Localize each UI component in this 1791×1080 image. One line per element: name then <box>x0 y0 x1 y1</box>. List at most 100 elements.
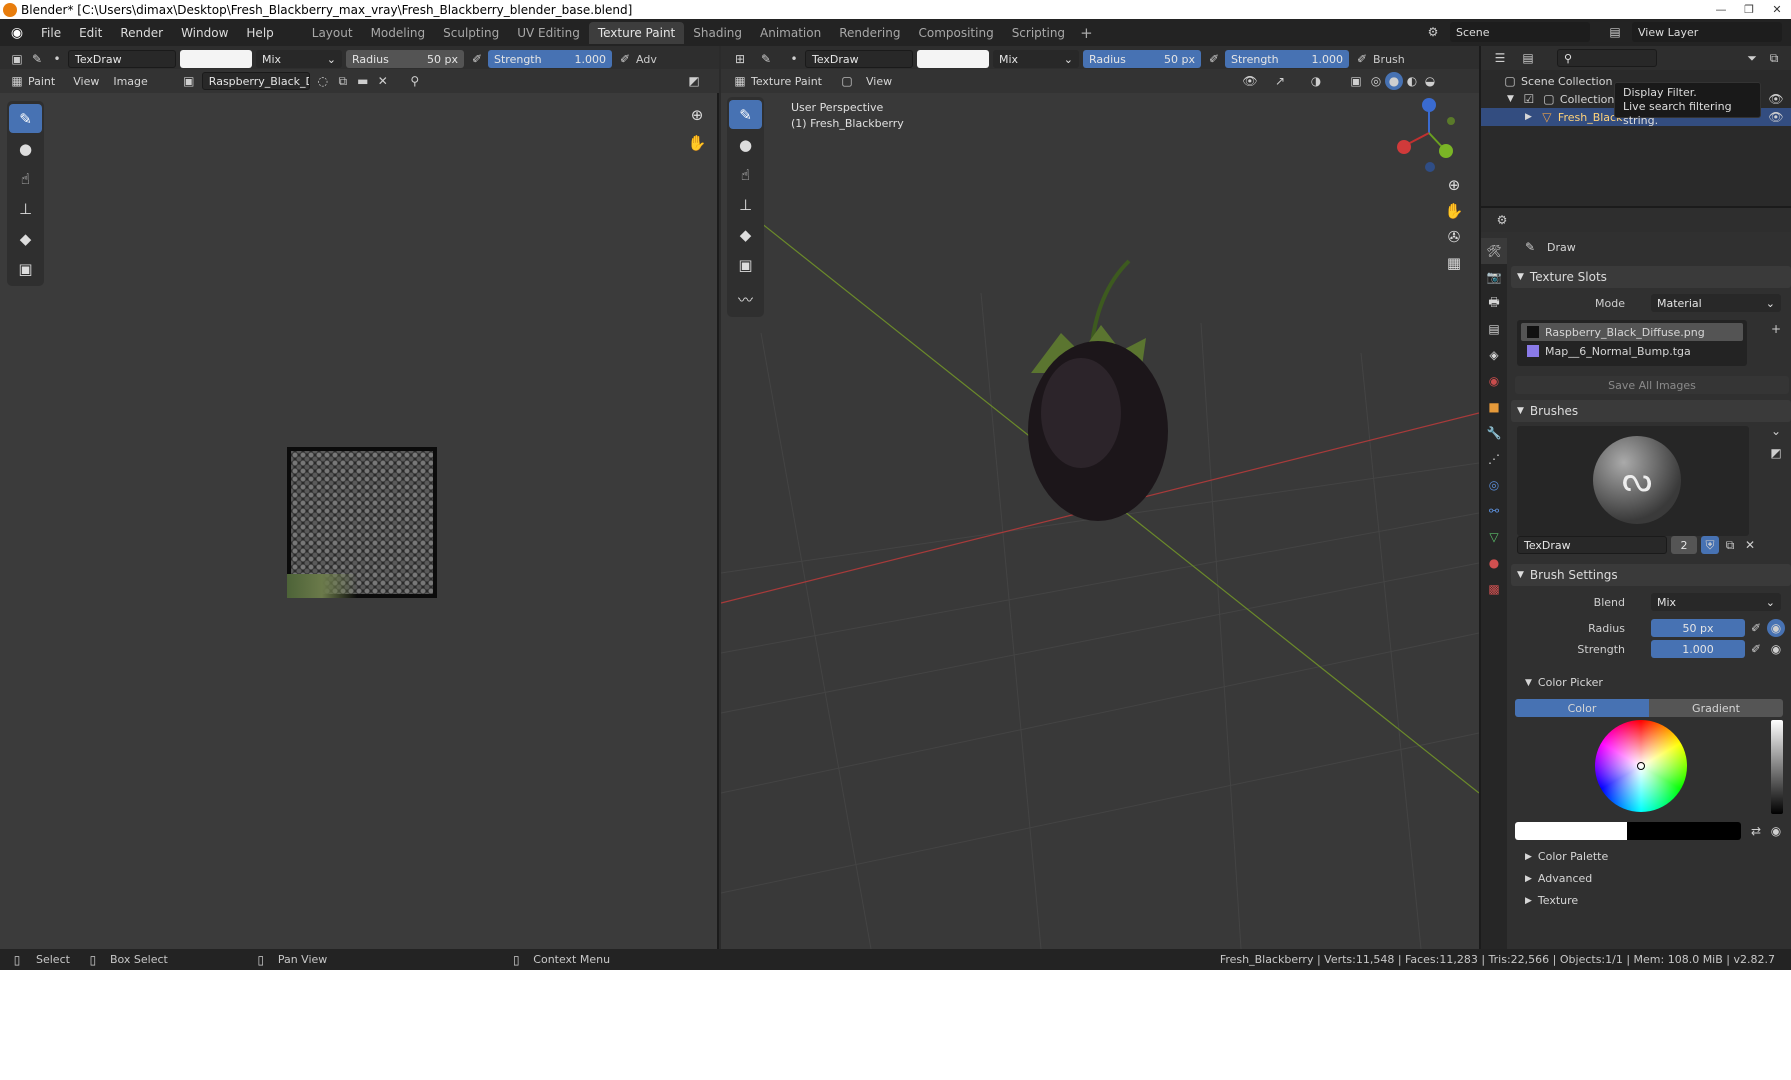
visibility-icon[interactable]: 👁 <box>1241 72 1259 90</box>
view-menu[interactable]: View <box>866 75 892 88</box>
open-folder-icon[interactable]: ▬ <box>354 72 372 90</box>
tab-shading[interactable]: Shading <box>684 22 751 44</box>
pressure-icon[interactable]: ✐ <box>616 50 634 68</box>
tab-sculpting[interactable]: Sculpting <box>434 22 508 44</box>
color-swatch[interactable] <box>917 50 989 68</box>
texture-tab-icon[interactable]: ▩ <box>1481 576 1507 602</box>
strength-field[interactable]: Strength 1.000 <box>488 50 612 68</box>
color-wheel[interactable] <box>1595 720 1687 812</box>
pressure-icon[interactable]: ✐ <box>1205 50 1223 68</box>
unlink-icon[interactable]: ✕ <box>1741 536 1759 554</box>
clone-tool-icon[interactable]: ⊥ <box>9 194 42 223</box>
object-tab-icon[interactable]: ■ <box>1481 394 1507 420</box>
menu-render[interactable]: Render <box>111 26 172 40</box>
brush-preview[interactable]: ᔓ <box>1517 426 1749 536</box>
render-tab-icon[interactable]: 📷 <box>1481 264 1507 290</box>
checkbox-icon[interactable]: ☑ <box>1520 90 1538 108</box>
output-tab-icon[interactable]: 🖶 <box>1481 290 1507 316</box>
grid-view-icon[interactable]: ▦ <box>1442 251 1466 275</box>
blend-select[interactable]: Mix ⌄ <box>1651 593 1781 611</box>
texture-subpanel-header[interactable]: ▶ Texture <box>1525 894 1578 907</box>
tab-color[interactable]: Color <box>1515 699 1649 717</box>
hand-pan-icon[interactable]: ✋ <box>685 131 709 155</box>
unified-color-icon[interactable]: ◉ <box>1767 822 1785 840</box>
mask-tool-icon[interactable]: ▣ <box>729 250 762 279</box>
brushes-panel-header[interactable]: ▼ Brushes <box>1511 400 1791 422</box>
filter-icon[interactable]: ⏷ <box>1743 49 1761 67</box>
brush-browse-icon[interactable]: ◩ <box>1767 444 1785 462</box>
data-tab-icon[interactable]: ▽ <box>1481 524 1507 550</box>
editor-type-icon[interactable]: ⊞ <box>731 50 749 68</box>
duplicate-icon[interactable]: ⧉ <box>1721 536 1739 554</box>
save-all-images-button[interactable]: Save All Images <box>1515 376 1789 394</box>
list-item[interactable]: Raspberry_Black_Diffuse.png <box>1521 323 1743 341</box>
fill-tool-icon[interactable]: ◆ <box>9 224 42 253</box>
rendered-shading-icon[interactable]: ◒ <box>1421 72 1439 90</box>
color-palette-subpanel-header[interactable]: ▶ Color Palette <box>1525 850 1608 863</box>
xray-icon[interactable]: ▣ <box>1347 72 1365 90</box>
image-menu[interactable]: Image <box>113 75 147 88</box>
menu-edit[interactable]: Edit <box>70 26 111 40</box>
strength-field[interactable]: 1.000 <box>1651 640 1745 658</box>
menu-window[interactable]: Window <box>172 26 237 40</box>
expand-arrow-icon[interactable]: ▶ <box>1525 112 1532 122</box>
tab-scripting[interactable]: Scripting <box>1003 22 1074 44</box>
fake-user-icon[interactable]: ◌ <box>314 72 332 90</box>
brush-name-field[interactable]: TexDraw <box>805 50 913 68</box>
tab-compositing[interactable]: Compositing <box>909 22 1002 44</box>
search-input[interactable]: ⚲ <box>1557 49 1657 67</box>
color-swatch[interactable] <box>180 50 252 68</box>
tab-animation[interactable]: Animation <box>751 22 830 44</box>
3d-viewport[interactable]: User Perspective (1) Fresh_Blackberry ✎ … <box>721 93 1479 949</box>
annotate-tool-icon[interactable]: 〰 <box>729 285 762 314</box>
mask-tool-icon[interactable]: ▣ <box>9 254 42 283</box>
tab-rendering[interactable]: Rendering <box>830 22 909 44</box>
strength-field[interactable]: Strength 1.000 <box>1225 50 1349 68</box>
zoom-icon[interactable]: ⊕ <box>1442 173 1466 197</box>
overlay-icon[interactable]: ◑ <box>1307 72 1325 90</box>
image-editor[interactable]: ✎ ● ☝ ⊥ ◆ ▣ ⊕ ✋ <box>0 93 719 949</box>
image-browse-icon[interactable]: ▣ <box>180 72 198 90</box>
fill-tool-icon[interactable]: ◆ <box>729 220 762 249</box>
material-tab-icon[interactable]: ● <box>1481 550 1507 576</box>
tab-uv-editing[interactable]: UV Editing <box>508 22 589 44</box>
pressure-icon[interactable]: ✐ <box>1747 640 1765 658</box>
expand-arrow-icon[interactable]: ▼ <box>1507 94 1514 104</box>
blend-select[interactable]: Mix ⌄ <box>256 50 342 68</box>
menu-help[interactable]: Help <box>237 26 282 40</box>
outliner-row-collection[interactable]: ▼ ☑ ▢ Collection <box>1507 90 1614 108</box>
advanced-subpanel-header[interactable]: ▶ Advanced <box>1525 872 1592 885</box>
outliner-row-scene-collection[interactable]: ▢ Scene Collection <box>1501 72 1612 90</box>
wireframe-shading-icon[interactable]: ◎ <box>1367 72 1385 90</box>
draw-tool-icon[interactable]: ✎ <box>9 104 42 133</box>
tab-gradient[interactable]: Gradient <box>1649 699 1783 717</box>
color-field[interactable] <box>1515 822 1741 840</box>
mode-menu[interactable]: Texture Paint <box>751 75 822 88</box>
chevron-down-icon[interactable]: ⌄ <box>1767 422 1785 440</box>
display-mode-icon[interactable]: ◩ <box>685 72 703 90</box>
add-workspace-icon[interactable]: + <box>1074 24 1099 42</box>
soften-tool-icon[interactable]: ● <box>9 134 42 163</box>
brush-menu[interactable]: Brush <box>1373 53 1405 66</box>
eye-icon[interactable]: 👁 <box>1767 90 1785 108</box>
radius-field[interactable]: Radius 50 px <box>1083 50 1201 68</box>
advanced-menu[interactable]: Adv <box>636 53 657 66</box>
blender-menu-icon[interactable]: ◉ <box>6 23 28 43</box>
brush-users-count[interactable]: 2 <box>1671 536 1697 554</box>
pressure-icon[interactable]: ✐ <box>1747 619 1765 637</box>
smear-tool-icon[interactable]: ☝ <box>9 164 42 193</box>
brush-settings-panel-header[interactable]: ▼ Brush Settings <box>1511 564 1791 586</box>
view-layer-tab-icon[interactable]: ▤ <box>1481 316 1507 342</box>
add-slot-icon[interactable]: + <box>1767 320 1785 338</box>
hand-pan-icon[interactable]: ✋ <box>1442 199 1466 223</box>
minimize-button[interactable]: — <box>1707 1 1735 18</box>
pin-icon[interactable]: ⚲ <box>406 72 424 90</box>
scene-selector[interactable]: Scene <box>1450 22 1590 42</box>
new-image-icon[interactable]: ⧉ <box>334 72 352 90</box>
editor-type-icon[interactable]: ⚙ <box>1493 211 1511 229</box>
draw-tool-icon[interactable]: ✎ <box>729 100 762 129</box>
tool-tab-icon[interactable]: 🛠 <box>1481 238 1507 264</box>
particles-tab-icon[interactable]: ⋰ <box>1481 446 1507 472</box>
color-picker-subpanel-header[interactable]: ▼ Color Picker <box>1525 676 1603 689</box>
fake-user-shield-icon[interactable]: ⛨ <box>1701 536 1719 554</box>
